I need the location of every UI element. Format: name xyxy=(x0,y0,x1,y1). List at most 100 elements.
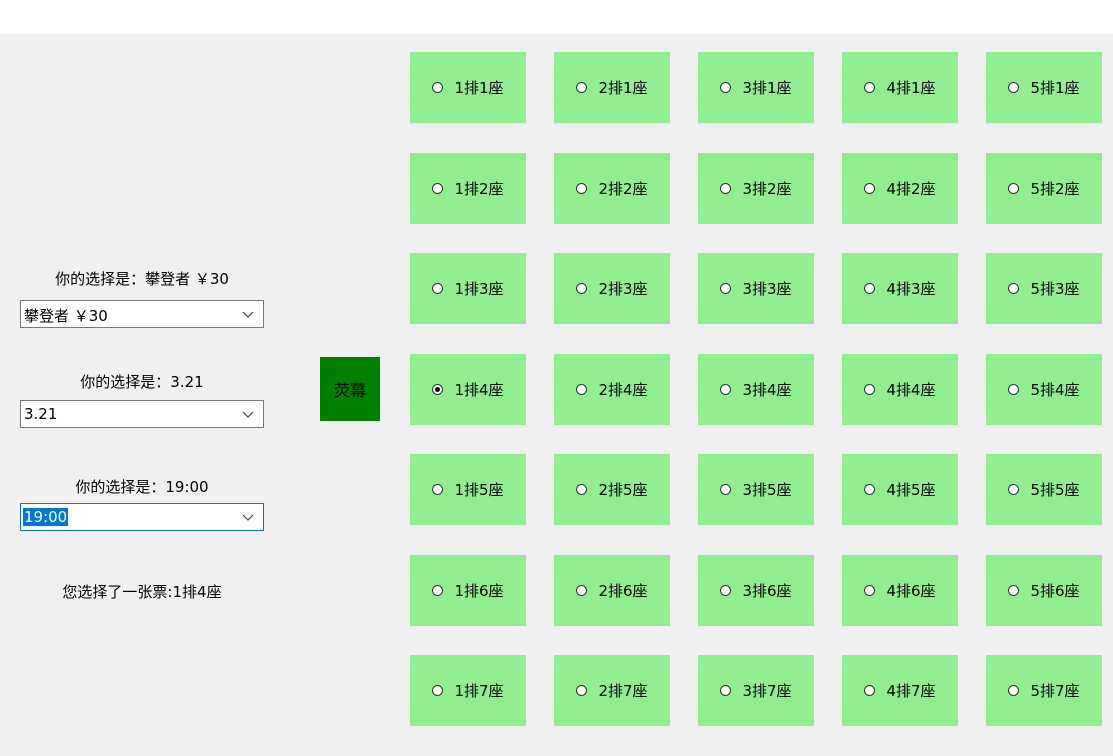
seat-label: 3排3座 xyxy=(742,280,792,298)
seat-r4c1[interactable]: 1排4座 xyxy=(410,354,526,425)
radio-icon[interactable] xyxy=(864,183,876,194)
radio-icon[interactable] xyxy=(432,82,444,93)
radio-icon[interactable] xyxy=(1008,82,1020,93)
seat-r2c5[interactable]: 5排2座 xyxy=(986,153,1102,224)
radio-icon[interactable] xyxy=(1008,384,1020,395)
radio-icon[interactable] xyxy=(432,484,444,495)
radio-icon[interactable] xyxy=(576,585,588,596)
seat-r1c2[interactable]: 2排1座 xyxy=(554,52,670,123)
radio-icon[interactable] xyxy=(432,283,444,294)
time-combobox-value: 19:00 xyxy=(23,508,69,526)
seat-r1c3[interactable]: 3排1座 xyxy=(698,52,814,123)
seat-label: 1排4座 xyxy=(454,381,504,399)
screen-label: 荧幕 xyxy=(333,381,366,400)
seat-r2c4[interactable]: 4排2座 xyxy=(842,153,958,224)
chevron-down-icon xyxy=(242,514,254,521)
seat-r6c5[interactable]: 5排6座 xyxy=(986,555,1102,626)
radio-icon[interactable] xyxy=(576,183,588,194)
seat-label: 5排7座 xyxy=(1030,682,1080,700)
radio-icon[interactable] xyxy=(1008,585,1020,596)
radio-icon[interactable] xyxy=(1008,685,1020,696)
radio-icon[interactable] xyxy=(864,585,876,596)
seat-label: 3排4座 xyxy=(742,381,792,399)
title-bar xyxy=(0,0,1113,34)
seat-label: 4排3座 xyxy=(886,280,936,298)
seat-label: 2排2座 xyxy=(598,180,648,198)
seat-r4c5[interactable]: 5排4座 xyxy=(986,354,1102,425)
seat-label: 2排5座 xyxy=(598,481,648,499)
seat-r6c2[interactable]: 2排6座 xyxy=(554,555,670,626)
radio-icon[interactable] xyxy=(864,283,876,294)
seat-r5c5[interactable]: 5排5座 xyxy=(986,454,1102,525)
radio-icon[interactable] xyxy=(864,484,876,495)
radio-icon[interactable] xyxy=(864,384,876,395)
seat-r7c1[interactable]: 1排7座 xyxy=(410,655,526,726)
seat-r3c3[interactable]: 3排3座 xyxy=(698,253,814,324)
seat-r7c2[interactable]: 2排7座 xyxy=(554,655,670,726)
seat-label: 1排6座 xyxy=(454,582,504,600)
seat-r4c4[interactable]: 4排4座 xyxy=(842,354,958,425)
seat-r4c2[interactable]: 2排4座 xyxy=(554,354,670,425)
radio-icon[interactable] xyxy=(864,82,876,93)
radio-icon[interactable] xyxy=(576,82,588,93)
seat-label: 4排4座 xyxy=(886,381,936,399)
radio-icon[interactable] xyxy=(720,283,732,294)
seat-label: 4排5座 xyxy=(886,481,936,499)
seat-label: 4排6座 xyxy=(886,582,936,600)
seat-r2c1[interactable]: 1排2座 xyxy=(410,153,526,224)
seat-label: 1排7座 xyxy=(454,682,504,700)
seat-r1c4[interactable]: 4排1座 xyxy=(842,52,958,123)
seat-r2c3[interactable]: 3排2座 xyxy=(698,153,814,224)
seat-label: 5排1座 xyxy=(1030,79,1080,97)
seat-r5c4[interactable]: 4排5座 xyxy=(842,454,958,525)
radio-selected-icon[interactable] xyxy=(432,384,444,395)
seat-r7c5[interactable]: 5排7座 xyxy=(986,655,1102,726)
seat-r6c3[interactable]: 3排6座 xyxy=(698,555,814,626)
date-selection-label: 你的选择是：3.21 xyxy=(80,373,204,391)
seat-r5c2[interactable]: 2排5座 xyxy=(554,454,670,525)
radio-icon[interactable] xyxy=(1008,283,1020,294)
radio-icon[interactable] xyxy=(576,283,588,294)
seat-label: 2排1座 xyxy=(598,79,648,97)
radio-icon[interactable] xyxy=(576,484,588,495)
seat-r1c5[interactable]: 5排1座 xyxy=(986,52,1102,123)
time-combobox[interactable]: 19:00 xyxy=(20,503,264,531)
radio-icon[interactable] xyxy=(720,585,732,596)
radio-icon[interactable] xyxy=(720,685,732,696)
seat-label: 1排1座 xyxy=(454,79,504,97)
radio-icon[interactable] xyxy=(720,183,732,194)
seat-r3c5[interactable]: 5排3座 xyxy=(986,253,1102,324)
radio-icon[interactable] xyxy=(1008,183,1020,194)
date-combobox[interactable]: 3.21 xyxy=(20,400,264,428)
seat-r3c1[interactable]: 1排3座 xyxy=(410,253,526,324)
seat-label: 3排1座 xyxy=(742,79,792,97)
seat-r3c4[interactable]: 4排3座 xyxy=(842,253,958,324)
seat-r5c3[interactable]: 3排5座 xyxy=(698,454,814,525)
radio-icon[interactable] xyxy=(432,183,444,194)
seat-r3c2[interactable]: 2排3座 xyxy=(554,253,670,324)
radio-icon[interactable] xyxy=(576,384,588,395)
seat-label: 4排7座 xyxy=(886,682,936,700)
movie-combobox-value: 攀登者 ￥30 xyxy=(24,307,108,325)
seat-r6c4[interactable]: 4排6座 xyxy=(842,555,958,626)
seat-r7c4[interactable]: 4排7座 xyxy=(842,655,958,726)
screen-marker: 荧幕 xyxy=(320,357,380,421)
radio-icon[interactable] xyxy=(432,585,444,596)
radio-icon[interactable] xyxy=(864,685,876,696)
radio-icon[interactable] xyxy=(576,685,588,696)
seat-r6c1[interactable]: 1排6座 xyxy=(410,555,526,626)
seat-r1c1[interactable]: 1排1座 xyxy=(410,52,526,123)
seat-r5c1[interactable]: 1排5座 xyxy=(410,454,526,525)
radio-icon[interactable] xyxy=(1008,484,1020,495)
seat-label: 3排2座 xyxy=(742,180,792,198)
seat-label: 4排1座 xyxy=(886,79,936,97)
movie-combobox[interactable]: 攀登者 ￥30 xyxy=(20,300,264,328)
radio-icon[interactable] xyxy=(432,685,444,696)
radio-icon[interactable] xyxy=(720,384,732,395)
seat-r2c2[interactable]: 2排2座 xyxy=(554,153,670,224)
radio-icon[interactable] xyxy=(720,484,732,495)
seat-r7c3[interactable]: 3排7座 xyxy=(698,655,814,726)
radio-icon[interactable] xyxy=(720,82,732,93)
seat-label: 1排5座 xyxy=(454,481,504,499)
seat-r4c3[interactable]: 3排4座 xyxy=(698,354,814,425)
